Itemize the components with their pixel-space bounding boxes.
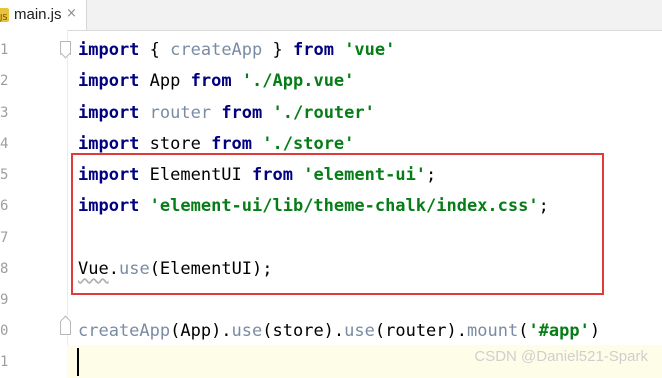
string-literal: '#app': [528, 321, 590, 341]
code-line-1[interactable]: import { createApp } from 'vue': [78, 35, 395, 66]
string-literal: './App.vue': [241, 71, 355, 91]
text-caret: [77, 348, 79, 376]
line-number: 8: [0, 261, 9, 277]
annotation-highlight-box: [71, 153, 604, 295]
identifier: router: [139, 103, 222, 123]
method-name: use: [344, 321, 375, 341]
line-number: 4: [0, 136, 9, 152]
editor-tab-bar: JS main.js ×: [0, 0, 662, 31]
code-line-10[interactable]: createApp(App).use(store).use(router).mo…: [78, 316, 600, 347]
punctuation: ): [589, 321, 601, 341]
line-number: 3: [0, 105, 9, 121]
line-number: 2: [0, 73, 9, 89]
line-number: 6: [0, 198, 9, 214]
string-literal: './store': [262, 134, 355, 154]
line-number: 0: [0, 323, 9, 339]
keyword: import: [78, 103, 140, 123]
arguments: (router).: [374, 321, 467, 341]
line-number: 1: [0, 42, 9, 58]
string-literal: './router': [272, 103, 375, 123]
keyword: from: [190, 71, 232, 91]
keyword: import: [78, 40, 140, 60]
function-name: createApp: [78, 321, 171, 341]
line-number: 1: [0, 354, 9, 370]
javascript-file-icon-label: JS: [0, 13, 8, 22]
line-number: 7: [0, 230, 9, 246]
watermark: CSDN @Daniel521-Spark: [474, 348, 648, 365]
keyword: from: [292, 40, 334, 60]
punctuation: (: [518, 321, 529, 341]
fold-start-icon[interactable]: [60, 41, 71, 55]
tab-main-js[interactable]: JS main.js ×: [0, 0, 87, 30]
line-number: 5: [0, 167, 9, 183]
identifier: App: [139, 71, 191, 91]
code-line-2[interactable]: import App from './App.vue': [78, 66, 354, 97]
code-line-3[interactable]: import router from './router': [78, 98, 375, 129]
keyword: import: [78, 134, 140, 154]
punctuation: {: [139, 40, 171, 60]
fold-end-icon[interactable]: [60, 321, 71, 335]
identifier: store: [139, 134, 212, 154]
string-literal: 'vue': [344, 40, 396, 60]
close-tab-icon[interactable]: ×: [66, 6, 77, 21]
punctuation: }: [262, 40, 293, 60]
method-name: use: [231, 321, 263, 341]
tab-label: main.js: [14, 6, 62, 23]
line-number-gutter: [0, 30, 68, 378]
method-name: mount: [467, 321, 519, 341]
keyword: from: [221, 103, 263, 123]
arguments: (store).: [262, 321, 345, 341]
keyword: import: [78, 71, 140, 91]
keyword: from: [211, 134, 253, 154]
arguments: (App).: [170, 321, 232, 341]
line-number: 9: [0, 292, 9, 308]
identifier: createApp: [170, 40, 263, 60]
